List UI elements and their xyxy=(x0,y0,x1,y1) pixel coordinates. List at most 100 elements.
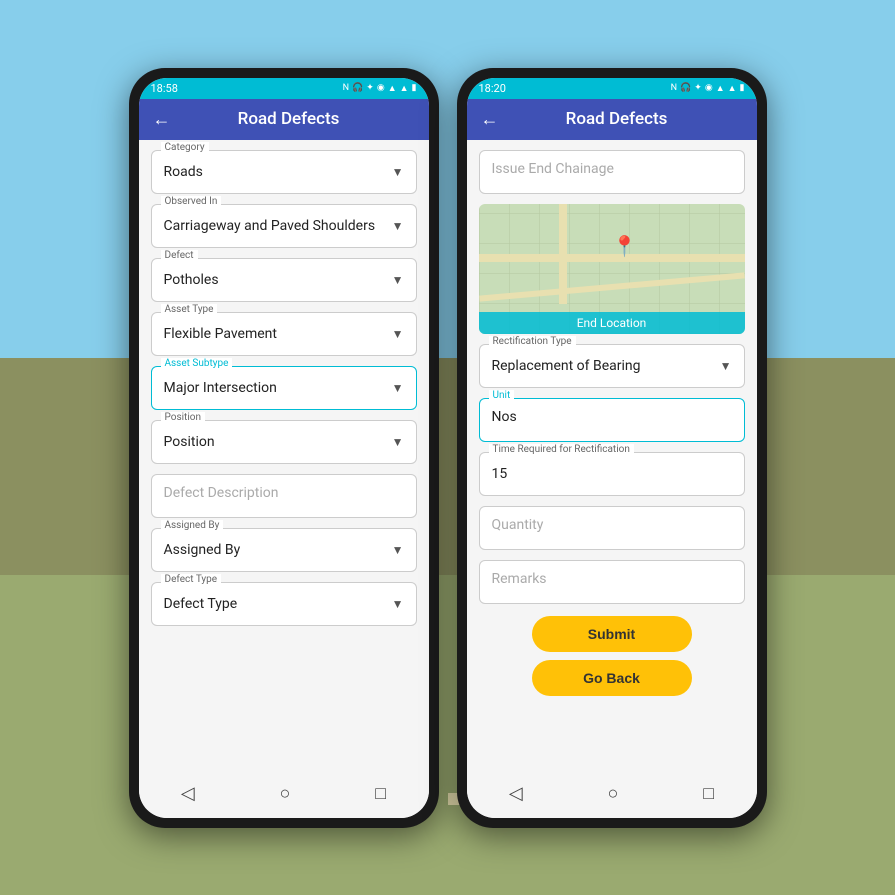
defect-description-placeholder: Defect Description xyxy=(164,485,279,501)
position-field: Position Position ▼ xyxy=(151,420,417,464)
defect-description-field: Defect Description xyxy=(151,474,417,518)
issue-end-chainage-field: Issue End Chainage xyxy=(479,150,745,194)
assigned-by-field: Assigned By Assigned By ▼ xyxy=(151,528,417,572)
nav-recent-1[interactable]: □ xyxy=(375,783,386,804)
time-required-input[interactable]: 15 xyxy=(479,452,745,496)
issue-end-chainage-input[interactable]: Issue End Chainage xyxy=(479,150,745,194)
category-label: Category xyxy=(161,142,209,153)
back-button-1[interactable]: ← xyxy=(153,109,171,130)
map-view: 📍 End Location xyxy=(479,204,745,334)
remarks-input[interactable]: Remarks xyxy=(479,560,745,604)
headphone2-icon: 🎧 xyxy=(680,83,691,93)
defect-dropdown[interactable]: Potholes ▼ xyxy=(151,258,417,302)
app-title-2: Road Defects xyxy=(509,109,725,129)
phone-2: 18:20 N 🎧 ✦ ◉ ▲ ▲ ▮ ← Road Defects xyxy=(457,68,767,828)
headphone-icon: 🎧 xyxy=(352,83,363,93)
map-pin-icon: 📍 xyxy=(612,234,637,258)
asset-subtype-field: Asset Subtype Major Intersection ▼ xyxy=(151,366,417,410)
time-required-field: Time Required for Rectification 15 xyxy=(479,452,745,496)
unit-input[interactable]: Nos xyxy=(479,398,745,442)
phone-1: 18:58 N 🎧 ✦ ◉ ▲ ▲ ▮ ← Road Defects xyxy=(129,68,439,828)
defect-value: Potholes xyxy=(164,272,219,288)
defect-type-field: Defect Type Defect Type ▼ xyxy=(151,582,417,626)
battery-icon: ▮ xyxy=(412,83,417,93)
category-field: Category Roads ▼ xyxy=(151,150,417,194)
defect-arrow-icon: ▼ xyxy=(392,273,404,287)
app-header-2: ← Road Defects xyxy=(467,99,757,140)
nav-back-1[interactable]: ◁ xyxy=(181,783,195,804)
category-value: Roads xyxy=(164,164,203,180)
defect-description-input[interactable]: Defect Description xyxy=(151,474,417,518)
status-bar-2: 18:20 N 🎧 ✦ ◉ ▲ ▲ ▮ xyxy=(467,78,757,99)
location2-icon: ◉ xyxy=(705,83,713,93)
phone-2-content: Issue End Chainage 📍 End Location Rectif… xyxy=(467,140,757,773)
asset-type-dropdown[interactable]: Flexible Pavement ▼ xyxy=(151,312,417,356)
position-label: Position xyxy=(161,412,205,423)
unit-value: Nos xyxy=(492,409,517,425)
asset-subtype-value: Major Intersection xyxy=(164,380,277,396)
observed-in-dropdown[interactable]: Carriageway and Paved Shoulders ▼ xyxy=(151,204,417,248)
observed-in-value: Carriageway and Paved Shoulders xyxy=(164,218,376,234)
nav-home-2[interactable]: ○ xyxy=(608,783,619,804)
assigned-by-value: Assigned By xyxy=(164,542,241,558)
phone-1-inner: 18:58 N 🎧 ✦ ◉ ▲ ▲ ▮ ← Road Defects xyxy=(139,78,429,818)
map-label: End Location xyxy=(479,312,745,334)
defect-field: Defect Potholes ▼ xyxy=(151,258,417,302)
quantity-field: Quantity xyxy=(479,506,745,550)
defect-type-arrow-icon: ▼ xyxy=(392,597,404,611)
asset-subtype-arrow-icon: ▼ xyxy=(392,381,404,395)
unit-label: Unit xyxy=(489,390,515,401)
assigned-by-arrow-icon: ▼ xyxy=(392,543,404,557)
assigned-by-label: Assigned By xyxy=(161,520,224,531)
signal-icon: ▲ xyxy=(388,83,397,94)
bluetooth2-icon: ✦ xyxy=(694,83,702,93)
assigned-by-dropdown[interactable]: Assigned By ▼ xyxy=(151,528,417,572)
time-required-value: 15 xyxy=(492,466,508,482)
signal2-icon: ▲ xyxy=(400,83,409,94)
defect-type-value: Defect Type xyxy=(164,596,238,612)
position-dropdown[interactable]: Position ▼ xyxy=(151,420,417,464)
defect-type-dropdown[interactable]: Defect Type ▼ xyxy=(151,582,417,626)
rectification-type-value: Replacement of Bearing xyxy=(492,358,641,374)
remarks-placeholder: Remarks xyxy=(492,571,547,587)
category-dropdown[interactable]: Roads ▼ xyxy=(151,150,417,194)
quantity-input[interactable]: Quantity xyxy=(479,506,745,550)
signal4-icon: ▲ xyxy=(728,83,737,94)
position-arrow-icon: ▼ xyxy=(392,435,404,449)
quantity-placeholder: Quantity xyxy=(492,517,544,533)
bottom-nav-2: ◁ ○ □ xyxy=(467,773,757,818)
status-icons-2: N 🎧 ✦ ◉ ▲ ▲ ▮ xyxy=(671,83,745,94)
network2-icon: N xyxy=(671,83,677,93)
bluetooth-icon: ✦ xyxy=(366,83,374,93)
time-required-label: Time Required for Rectification xyxy=(489,444,634,455)
observed-in-arrow-icon: ▼ xyxy=(392,219,404,233)
submit-button[interactable]: Submit xyxy=(532,616,692,652)
category-arrow-icon: ▼ xyxy=(392,165,404,179)
asset-subtype-label: Asset Subtype xyxy=(161,358,233,369)
nav-recent-2[interactable]: □ xyxy=(703,783,714,804)
rectification-type-label: Rectification Type xyxy=(489,336,576,347)
location-icon: ◉ xyxy=(377,83,385,93)
rectification-type-field: Rectification Type Replacement of Bearin… xyxy=(479,344,745,388)
bottom-nav-1: ◁ ○ □ xyxy=(139,773,429,818)
nav-home-1[interactable]: ○ xyxy=(280,783,291,804)
go-back-button[interactable]: Go Back xyxy=(532,660,692,696)
remarks-field: Remarks xyxy=(479,560,745,604)
observed-in-field: Observed In Carriageway and Paved Should… xyxy=(151,204,417,248)
phone-1-content: Category Roads ▼ Observed In Carriageway… xyxy=(139,140,429,773)
asset-subtype-dropdown[interactable]: Major Intersection ▼ xyxy=(151,366,417,410)
app-header-1: ← Road Defects xyxy=(139,99,429,140)
asset-type-arrow-icon: ▼ xyxy=(392,327,404,341)
app-title-1: Road Defects xyxy=(181,109,397,129)
observed-in-label: Observed In xyxy=(161,196,222,207)
issue-end-chainage-placeholder: Issue End Chainage xyxy=(492,161,614,177)
time-1: 18:58 xyxy=(151,82,178,95)
defect-label: Defect xyxy=(161,250,198,261)
back-button-2[interactable]: ← xyxy=(481,109,499,130)
nav-back-2[interactable]: ◁ xyxy=(509,783,523,804)
asset-type-field: Asset Type Flexible Pavement ▼ xyxy=(151,312,417,356)
rectification-type-dropdown[interactable]: Replacement of Bearing ▼ xyxy=(479,344,745,388)
position-value: Position xyxy=(164,434,215,450)
status-bar-1: 18:58 N 🎧 ✦ ◉ ▲ ▲ ▮ xyxy=(139,78,429,99)
battery2-icon: ▮ xyxy=(740,83,745,93)
